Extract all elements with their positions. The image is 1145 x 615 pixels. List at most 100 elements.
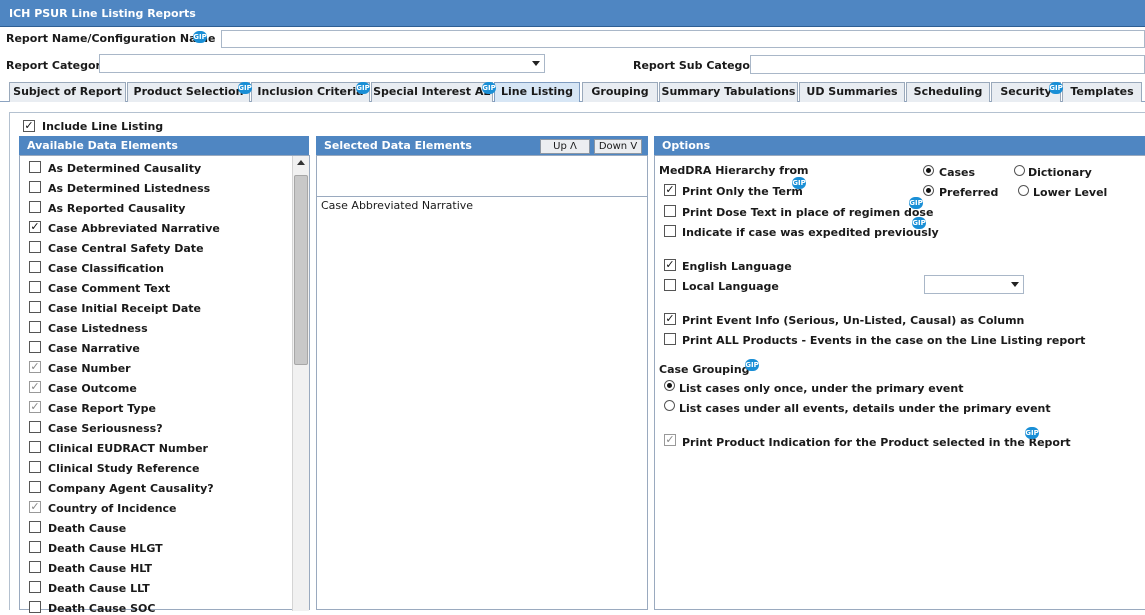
available-element-checkbox[interactable]: ✓ [29,381,41,393]
tab-inclusion-criteria[interactable]: Inclusion Criteria [251,82,370,102]
available-element-checkbox[interactable]: ✓ [29,361,41,373]
gip-icon[interactable] [745,359,759,371]
gip-icon[interactable] [909,197,923,209]
english-language-checkbox[interactable]: ✓ [664,259,676,271]
local-language-checkbox[interactable] [664,279,676,291]
available-element-checkbox[interactable] [29,601,41,613]
tab-subject-of-report[interactable]: Subject of Report [9,82,126,102]
scroll-up-icon[interactable] [297,160,305,165]
available-element-checkbox[interactable] [29,321,41,333]
cases-radio-label: Cases [939,166,976,179]
available-element-checkbox[interactable] [29,281,41,293]
window-title: ICH PSUR Line Listing Reports [0,0,1145,27]
preferred-radio[interactable] [923,185,934,196]
report-sub-category-input[interactable] [750,55,1145,74]
tab-summary-tabulations[interactable]: Summary Tabulations [659,82,798,102]
available-element-checkbox[interactable]: ✓ [29,221,41,233]
available-element-label[interactable]: Case Classification [48,262,164,275]
print-only-term-checkbox[interactable]: ✓ [664,184,676,196]
scrollbar-thumb[interactable] [294,175,308,365]
tab-scheduling[interactable]: Scheduling [906,82,990,102]
selected-elements-list[interactable] [316,155,648,610]
available-scrollbar[interactable] [292,156,309,611]
report-category-label: Report Category [6,59,109,72]
gip-icon[interactable] [238,82,252,94]
available-element-checkbox[interactable] [29,561,41,573]
tab-special-interest-ae[interactable]: Special Interest AE [371,82,493,102]
indicate-expedited-checkbox[interactable] [664,225,676,237]
available-element-label[interactable]: Death Cause HLT [48,562,152,575]
tab-product-selection[interactable]: Product Selection [127,82,250,102]
print-only-term-label: Print Only the Term [682,185,803,198]
available-element-checkbox[interactable] [29,301,41,313]
gip-icon[interactable] [1049,82,1063,94]
available-element-label[interactable]: Clinical Study Reference [48,462,200,475]
available-element-label[interactable]: Case Seriousness? [48,422,163,435]
available-element-checkbox[interactable] [29,461,41,473]
available-element-label[interactable]: Case Outcome [48,382,137,395]
available-element-checkbox[interactable] [29,421,41,433]
list-once-radio[interactable] [664,380,675,391]
cases-radio[interactable] [923,165,934,176]
print-all-products-checkbox[interactable] [664,333,676,345]
available-element-checkbox[interactable] [29,581,41,593]
available-element-label[interactable]: Case Abbreviated Narrative [48,222,220,235]
available-element-label[interactable]: Case Number [48,362,131,375]
available-element-label[interactable]: Death Cause [48,522,126,535]
available-element-label[interactable]: Company Agent Causality? [48,482,214,495]
report-name-input[interactable] [221,30,1145,48]
lower-level-radio[interactable] [1018,185,1029,196]
available-element-label[interactable]: Case Narrative [48,342,140,355]
move-down-button[interactable]: Down V [594,139,642,154]
available-element-checkbox[interactable] [29,161,41,173]
available-element-checkbox[interactable] [29,241,41,253]
tab-bar: Subject of Report Product Selection Incl… [0,81,1145,102]
available-element-label[interactable]: As Reported Causality [48,202,185,215]
available-element-checkbox[interactable] [29,341,41,353]
available-element-checkbox[interactable] [29,541,41,553]
report-category-select[interactable] [99,54,545,73]
available-element-checkbox[interactable] [29,441,41,453]
dictionary-radio[interactable] [1014,165,1025,176]
local-language-label: Local Language [682,280,779,293]
gip-icon[interactable] [792,177,806,189]
available-element-label[interactable]: Country of Incidence [48,502,177,515]
available-element-checkbox[interactable]: ✓ [29,401,41,413]
available-element-label[interactable]: Case Central Safety Date [48,242,204,255]
tab-ud-summaries[interactable]: UD Summaries [799,82,905,102]
available-element-checkbox[interactable] [29,181,41,193]
available-element-label[interactable]: Case Listedness [48,322,148,335]
print-product-indication-checkbox[interactable]: ✓ [664,434,676,446]
available-element-checkbox[interactable] [29,201,41,213]
available-element-checkbox[interactable] [29,521,41,533]
selected-element-item[interactable]: Case Abbreviated Narrative [321,199,473,212]
tab-grouping[interactable]: Grouping [582,82,658,102]
list-all-radio[interactable] [664,400,675,411]
print-product-indication-label: Print Product Indication for the Product… [682,436,1071,449]
available-element-label[interactable]: Case Report Type [48,402,156,415]
available-element-label[interactable]: Death Cause HLGT [48,542,163,555]
tab-line-listing[interactable]: Line Listing [494,82,580,102]
available-element-checkbox[interactable] [29,481,41,493]
local-language-select[interactable] [924,275,1024,294]
gip-icon[interactable] [356,82,370,94]
gip-icon[interactable] [1025,427,1039,439]
available-element-label[interactable]: Case Comment Text [48,282,170,295]
available-element-label[interactable]: Death Cause LLT [48,582,150,595]
tab-templates[interactable]: Templates [1062,82,1142,102]
print-event-info-checkbox[interactable]: ✓ [664,313,676,325]
move-up-button[interactable]: Up Λ [540,139,590,154]
gip-icon[interactable] [482,82,496,94]
gip-icon[interactable] [912,217,926,229]
report-sub-category-label: Report Sub Category [633,59,763,72]
available-element-label[interactable]: As Determined Causality [48,162,201,175]
available-element-label[interactable]: Clinical EUDRACT Number [48,442,208,455]
available-element-checkbox[interactable] [29,261,41,273]
available-element-label[interactable]: As Determined Listedness [48,182,210,195]
available-element-label[interactable]: Case Initial Receipt Date [48,302,201,315]
gip-icon[interactable] [193,31,207,43]
available-element-label[interactable]: Death Cause SOC [48,602,155,615]
print-dose-text-checkbox[interactable] [664,205,676,217]
available-element-checkbox[interactable]: ✓ [29,501,41,513]
include-line-listing-checkbox[interactable]: ✓ [23,120,35,132]
